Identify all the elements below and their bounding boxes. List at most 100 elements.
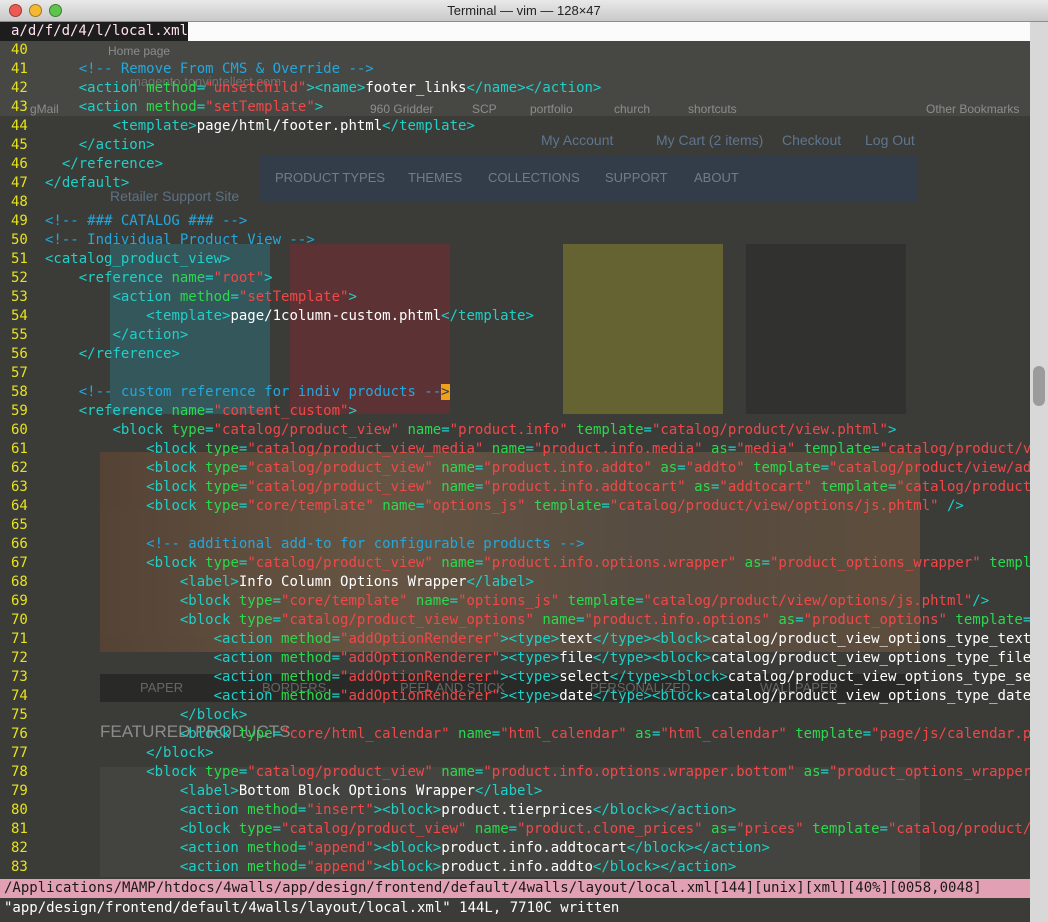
code-token: </block></action> xyxy=(626,840,770,856)
code-token: "root" xyxy=(213,270,265,286)
terminal-content[interactable]: Home page magento.tonyintellect.com gMai… xyxy=(0,22,1048,922)
code-token: = xyxy=(331,631,341,647)
code-token: <!-- Individual Product View --> xyxy=(45,232,315,248)
code-token: = xyxy=(635,593,644,609)
line-number: 50 xyxy=(11,232,28,248)
code-token: "html_calendar" xyxy=(660,726,787,742)
code-token: </default> xyxy=(45,175,130,191)
code-token: ><type> xyxy=(500,688,560,704)
terminal-scrollbar[interactable] xyxy=(1030,22,1048,922)
code-token: <catalog_product_view> xyxy=(45,251,231,267)
code-token: "product_options" xyxy=(803,612,947,628)
code-token: = xyxy=(272,593,282,609)
code-token: "catalog/product_view_media" xyxy=(247,441,484,457)
hero-panel-yellow xyxy=(563,244,723,414)
code-token: template xyxy=(533,498,602,514)
code-token: "catalog/product_view" xyxy=(213,422,400,438)
bookmark-960-gridder: 960 Gridder xyxy=(370,102,434,116)
code-token: "product.info.media" xyxy=(533,441,703,457)
code-token: /> xyxy=(947,498,964,514)
code-token: = xyxy=(230,289,239,305)
code-token: text xyxy=(559,631,593,647)
code-token: = xyxy=(820,764,829,780)
code-token: template xyxy=(567,593,636,609)
code-token: </reference> xyxy=(78,346,180,362)
line-number: 61 xyxy=(11,441,28,457)
code-token: = xyxy=(525,441,534,457)
code-line: 60 <block type="catalog/product_view" na… xyxy=(0,421,896,440)
code-token: page/html/footer.phtml xyxy=(196,118,383,134)
line-number: 44 xyxy=(11,118,28,134)
line-number: 40 xyxy=(11,42,28,58)
vim-status-line: /Applications/MAMP/htdocs/4walls/app/des… xyxy=(0,879,1030,898)
code-token: = xyxy=(576,612,585,628)
line-number: 72 xyxy=(11,650,28,666)
code-token: <block xyxy=(146,555,206,571)
code-token: name xyxy=(441,555,475,571)
code-token: = xyxy=(643,422,652,438)
code-token: "page/js/calendar.phtml" xyxy=(871,726,1048,742)
code-token: name xyxy=(407,422,442,438)
line-number: 82 xyxy=(11,840,28,856)
code-token: "options_js" xyxy=(458,593,560,609)
line-number: 49 xyxy=(11,213,28,229)
code-line: 61 <block type = "catalog/product_view_med… xyxy=(0,440,1048,459)
code-token: template xyxy=(955,612,1023,628)
code-token: method xyxy=(247,802,298,818)
line-number: 71 xyxy=(11,631,28,647)
line-number: 73 xyxy=(11,669,28,685)
site-tagline: Retailer Support Site xyxy=(110,188,240,204)
code-token: <block xyxy=(179,821,239,837)
vim-file-tab[interactable]: a/d/f/d/4/l/local.xml xyxy=(0,22,203,41)
code-line: 68 <label>Info Column Options Wrapper</l… xyxy=(0,573,534,592)
code-token: "catalog/product/view/addto.pht xyxy=(829,460,1048,476)
code-token: </type><block> xyxy=(609,669,728,685)
code-token: as xyxy=(694,479,711,495)
code-token: <action xyxy=(78,80,147,96)
code-token: footer_links xyxy=(365,80,467,96)
code-token: template xyxy=(803,441,872,457)
line-number: 66 xyxy=(11,536,28,552)
terminal-window: Terminal — vim — 128×47 Home page magent… xyxy=(0,0,1048,922)
code-token: method xyxy=(179,289,231,305)
code-token: </block> xyxy=(146,745,214,761)
code-token: "setTemplate" xyxy=(238,289,349,305)
code-token: type xyxy=(238,593,273,609)
line-number: 59 xyxy=(11,403,28,419)
code-token: = xyxy=(795,612,804,628)
code-token: "prices" xyxy=(736,821,804,837)
line-number: 43 xyxy=(11,99,28,115)
code-token: type xyxy=(238,612,273,628)
code-token: name xyxy=(441,460,475,476)
line-number: 81 xyxy=(11,821,28,837)
code-token: type xyxy=(205,498,239,514)
code-token: "catalog/product_view" xyxy=(247,460,433,476)
code-token: "options_js" xyxy=(424,498,526,514)
code-line: 51 <catalog_product_view> xyxy=(0,250,230,269)
code-token: <action xyxy=(213,631,282,647)
code-token: <reference xyxy=(78,403,172,419)
code-token: product.info.addtocart xyxy=(441,840,627,856)
scrollbar-thumb[interactable] xyxy=(1033,366,1045,406)
line-number: 53 xyxy=(11,289,28,305)
code-line: 55 </action> xyxy=(0,326,188,345)
code-token: file xyxy=(559,650,593,666)
line-number: 55 xyxy=(11,327,28,343)
